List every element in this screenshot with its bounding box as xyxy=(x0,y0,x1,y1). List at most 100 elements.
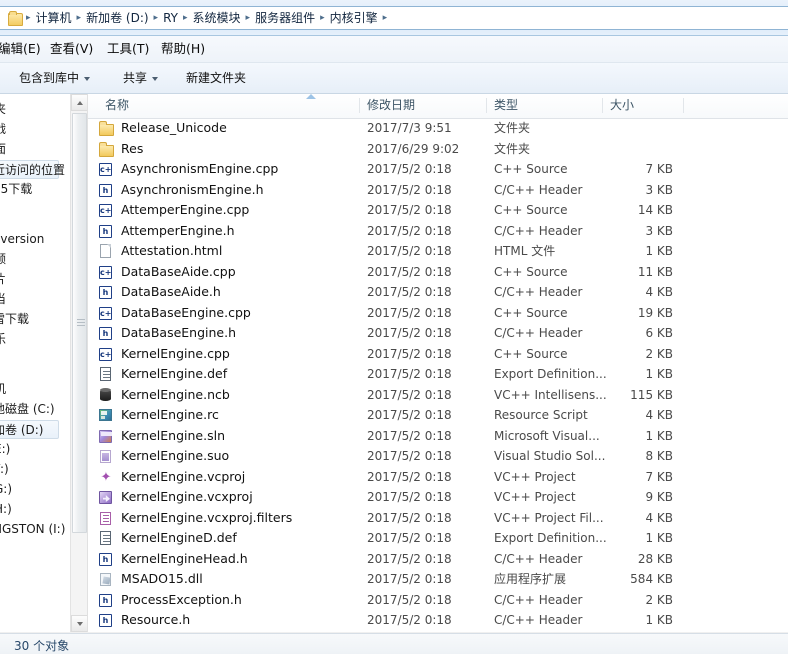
nav-item-2[interactable]: 面 xyxy=(0,140,6,159)
column-divider[interactable] xyxy=(486,98,487,113)
nav-item-oversion[interactable]: oversion xyxy=(0,230,44,249)
nav-item-9[interactable]: 雷下载 xyxy=(0,310,29,329)
table-row[interactable]: KernelEngine.suo 2017/5/2 0:18 Visual Stud… xyxy=(88,446,788,467)
table-row[interactable]: Res 2017/6/29 9:02 文件夹 xyxy=(88,139,788,160)
table-row[interactable]: h KernelEngineHead.h 2017/5/2 0:18 C/C++ He… xyxy=(88,549,788,570)
column-header-size[interactable]: 大小 xyxy=(610,94,683,117)
menu-item-tools[interactable]: 工具(T) xyxy=(103,39,153,59)
breadcrumb-item-drive-d[interactable]: 新加卷 (D:) xyxy=(83,9,151,28)
html-document-icon xyxy=(98,244,114,259)
menu-item-edit[interactable]: 编辑(E) xyxy=(0,39,45,59)
table-row[interactable]: Release_Unicode 2017/7/3 9:51 文件夹 xyxy=(88,118,788,139)
table-row[interactable]: Attestation.html 2017/5/2 0:18 HTML 文件 1 KB xyxy=(88,241,788,262)
file-name-cell: DataBaseEngine.h xyxy=(121,325,237,340)
nav-item-drive-e[interactable]: E:) xyxy=(0,440,10,459)
table-row[interactable]: c+ AsynchronismEngine.cpp 2017/5/2 0:18 C++… xyxy=(88,159,788,180)
include-in-library-button[interactable]: 包含到库中 xyxy=(13,68,96,89)
nav-item-computer[interactable]: 机 xyxy=(0,380,6,399)
table-row[interactable]: KernelEngine.def 2017/5/2 0:18 Export Defi… xyxy=(88,364,788,385)
date-modified-cell: 2017/5/2 0:18 xyxy=(367,285,452,299)
table-row[interactable]: KernelEngine.rc 2017/5/2 0:18 Resource Scr… xyxy=(88,405,788,426)
nav-item-drive-f[interactable]: F:) xyxy=(0,460,9,479)
table-row[interactable]: h ProcessException.h 2017/5/2 0:18 C/C++ He… xyxy=(88,590,788,611)
breadcrumb-item-server-component[interactable]: 服务器组件 xyxy=(252,9,318,28)
menu-item-help[interactable]: 帮助(H) xyxy=(157,39,209,59)
menu-item-view[interactable]: 查看(V) xyxy=(46,39,97,59)
sort-ascending-icon xyxy=(306,94,316,99)
project-filters-icon xyxy=(98,511,114,526)
cpp-source-file-icon: c+ xyxy=(99,306,112,320)
column-divider[interactable] xyxy=(359,98,360,113)
table-row[interactable]: c+ DataBaseEngine.cpp 2017/5/2 0:18 C++ Sou… xyxy=(88,303,788,324)
new-folder-button[interactable]: 新建文件夹 xyxy=(180,68,252,89)
file-size-cell: 4 KB xyxy=(645,510,673,525)
nav-item-10[interactable]: 乐 xyxy=(0,330,6,349)
date-modified-cell: 2017/5/2 0:18 xyxy=(367,264,452,279)
header-file-icon: h xyxy=(98,552,114,567)
date-modified-cell: 2017/5/2 0:18 xyxy=(367,510,452,525)
dll-application-extension-icon xyxy=(98,572,114,587)
nav-item-new-volume-d[interactable]: 加卷 (D:) xyxy=(0,420,59,439)
nav-item-drive-g[interactable]: G:) xyxy=(0,480,12,499)
file-name-cell: Res xyxy=(121,140,144,156)
file-size-cell: 2 KB xyxy=(645,346,673,361)
export-definition-file-icon xyxy=(98,531,114,546)
nav-item-recent-places[interactable]: 近访问的位置 xyxy=(0,160,65,179)
share-button[interactable]: 共享 xyxy=(117,68,164,89)
nav-item-6[interactable]: 频 xyxy=(0,250,6,269)
table-row[interactable]: KernelEngine.ncb 2017/5/2 0:18 VC++ Intell… xyxy=(88,385,788,406)
file-name-cell: KernelEngine.suo xyxy=(121,448,230,463)
nav-item-kingston-i[interactable]: NGSTON (I:) xyxy=(0,520,65,539)
table-row[interactable]: KernelEngine.vcxproj 2017/5/2 0:18 VC++ Pr… xyxy=(88,487,788,508)
breadcrumb-item-computer[interactable]: 计算机 xyxy=(33,9,75,28)
breadcrumb-field[interactable]: ▸ 计算机 ▸ 新加卷 (D:) ▸ RY ▸ 系统模块 ▸ 服务器组件 ▸ 内… xyxy=(0,6,788,30)
file-name-cell: Attestation.html xyxy=(121,243,223,258)
nav-item-7[interactable]: 片 xyxy=(0,270,6,289)
date-modified-cell: 2017/5/2 0:18 xyxy=(367,326,452,340)
table-row[interactable]: c+ AttemperEngine.cpp 2017/5/2 0:18 C++ Sou… xyxy=(88,200,788,221)
table-row[interactable]: c+ KernelEngine.cpp 2017/5/2 0:18 C++ Sourc… xyxy=(88,344,788,365)
scroll-up-arrow[interactable] xyxy=(71,94,88,111)
nav-item-0[interactable]: 夹 xyxy=(0,100,6,119)
file-name-cell: KernelEngine.sln xyxy=(121,427,225,443)
breadcrumb-item-kernel-engine[interactable]: 内核引擎 xyxy=(327,9,381,28)
column-header-name[interactable]: 名称 xyxy=(105,94,359,117)
breadcrumb-item-system-module[interactable]: 系统模块 xyxy=(190,9,244,28)
file-name-cell: ProcessException.h xyxy=(121,591,242,607)
table-row[interactable]: c+ DataBaseAide.cpp 2017/5/2 0:18 C++ Sourc… xyxy=(88,262,788,283)
date-modified-cell: 2017/5/2 0:18 xyxy=(367,182,452,197)
vcx-project-icon xyxy=(98,490,114,505)
nav-item-local-disk-c[interactable]: 地磁盘 (C:) xyxy=(0,400,55,419)
table-row[interactable]: h AsynchronismEngine.h 2017/5/2 0:18 C/C++ … xyxy=(88,180,788,201)
date-modified-cell: 2017/7/3 9:51 xyxy=(367,121,452,135)
file-list-pane: 名称 修改日期 类型 大小 Release_Unicode 2017/7/3 9:… xyxy=(88,94,788,632)
date-modified-cell: 2017/5/2 0:18 xyxy=(367,469,452,484)
table-row[interactable]: h DataBaseAide.h 2017/5/2 0:18 C/C++ Header… xyxy=(88,282,788,303)
resource-script-icon xyxy=(98,408,114,423)
breadcrumb-item-ry[interactable]: RY xyxy=(160,9,181,28)
table-row[interactable]: h Resource.h 2017/5/2 0:18 C/C++ Header 1 KB xyxy=(88,610,788,631)
share-label: 共享 xyxy=(123,71,148,85)
column-header-type[interactable]: 类型 xyxy=(494,94,602,117)
scroll-down-arrow[interactable] xyxy=(71,615,88,632)
table-row[interactable]: KernelEngine.vcxproj.filters 2017/5/2 0:1… xyxy=(88,508,788,529)
table-row[interactable]: h AttemperEngine.h 2017/5/2 0:18 C/C++ Head… xyxy=(88,221,788,242)
nav-item-1[interactable]: 战 xyxy=(0,120,6,139)
table-row[interactable]: KernelEngine.sln 2017/5/2 0:18 Microsoft V… xyxy=(88,426,788,447)
date-modified-cell: 2017/5/2 0:18 xyxy=(367,203,452,217)
nav-item-drive-h[interactable]: H:) xyxy=(0,500,12,519)
column-divider[interactable] xyxy=(683,98,684,113)
table-row[interactable]: MSADO15.dll 2017/5/2 0:18 应用程序扩展 584 KB xyxy=(88,569,788,590)
nav-item-4[interactable]: 45下载 xyxy=(0,180,32,199)
navigation-scrollbar[interactable] xyxy=(70,94,88,632)
column-divider[interactable] xyxy=(602,98,603,113)
table-row[interactable]: h DataBaseEngine.h 2017/5/2 0:18 C/C++ Head… xyxy=(88,323,788,344)
table-row[interactable]: ✦ KernelEngine.vcproj 2017/5/2 0:18 VC++ Pr… xyxy=(88,467,788,488)
column-header-date-modified[interactable]: 修改日期 xyxy=(367,94,486,117)
table-row[interactable]: KernelEngineD.def 2017/5/2 0:18 Export Def… xyxy=(88,528,788,549)
file-name-cell: Resource.h xyxy=(121,612,191,627)
nav-item-8[interactable]: 当 xyxy=(0,290,6,309)
folder-icon xyxy=(98,141,114,157)
column-header-row: 名称 修改日期 类型 大小 xyxy=(88,94,788,119)
scrollbar-thumb[interactable] xyxy=(72,113,87,533)
